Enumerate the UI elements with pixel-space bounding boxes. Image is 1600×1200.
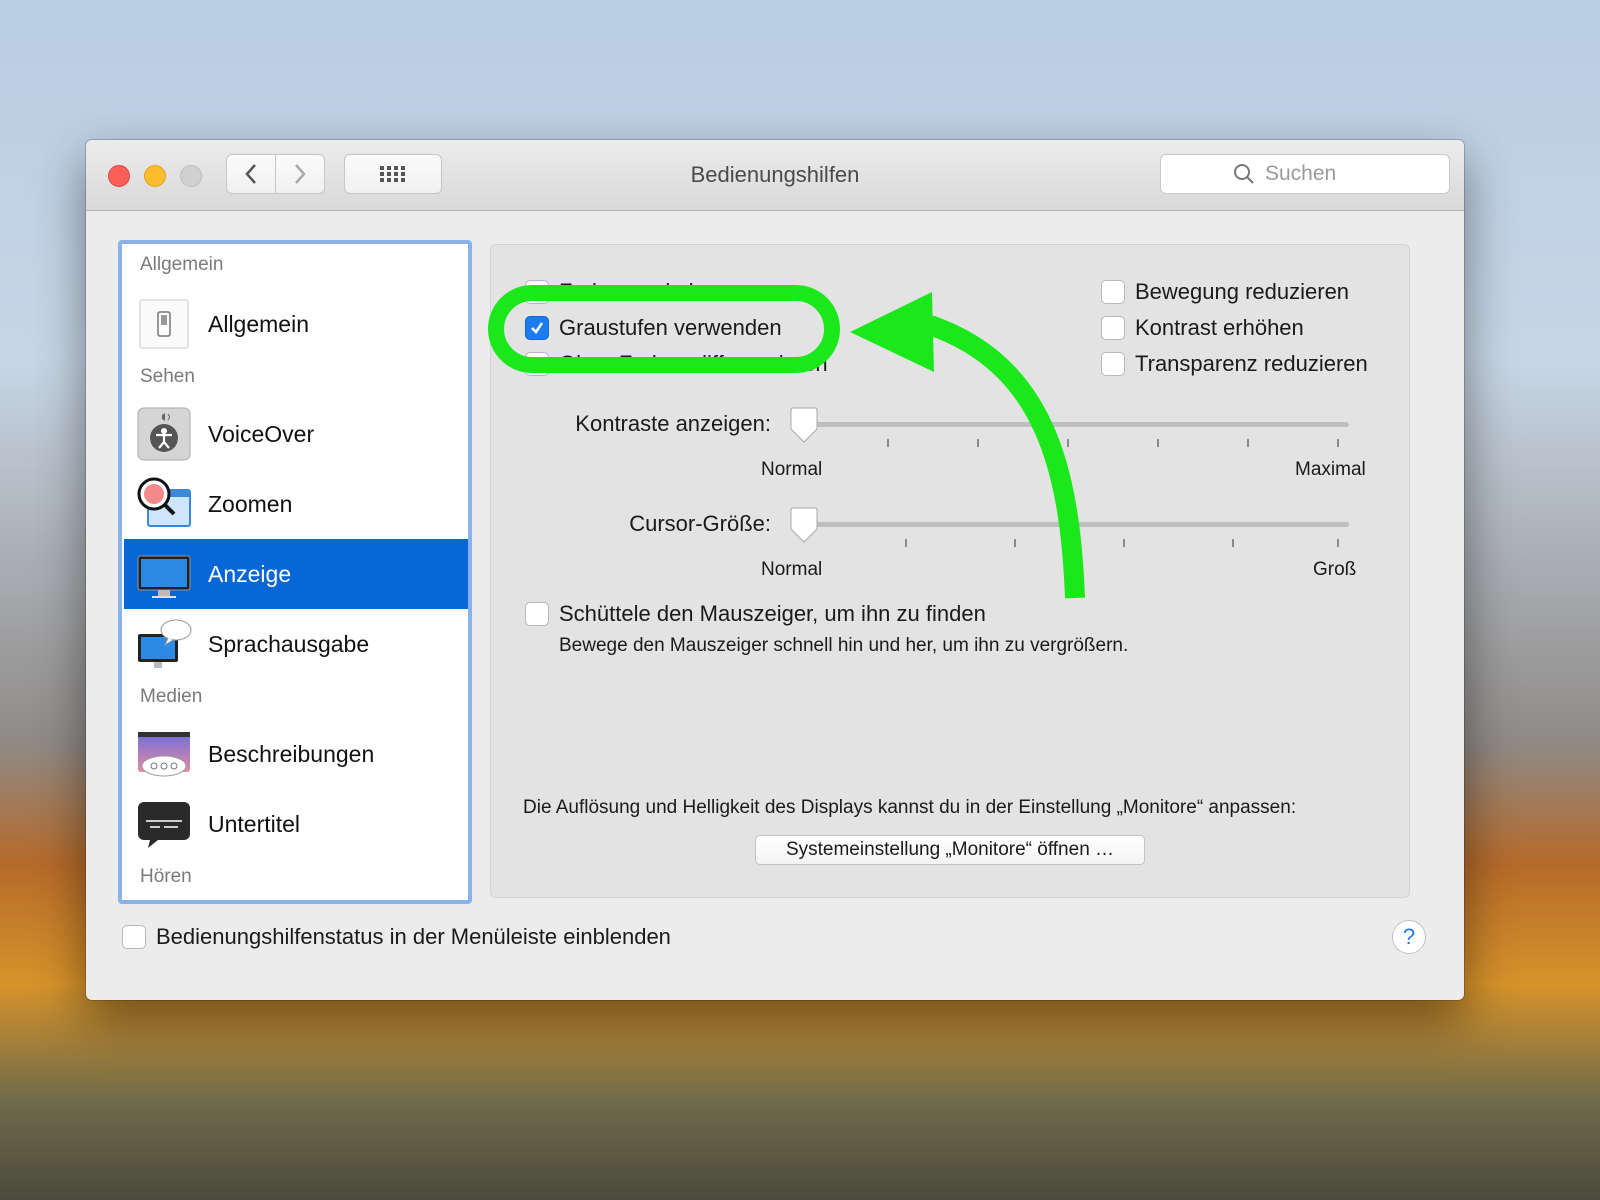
open-monitors-button[interactable]: Systemeinstellung „Monitore“ öffnen …: [755, 835, 1145, 865]
slider-tick: [1337, 439, 1339, 447]
sidebar-item-allgemein[interactable]: Allgemein: [124, 289, 468, 359]
contrast-slider[interactable]: [789, 407, 1359, 447]
title-bar: Bedienungshilfen: [86, 140, 1464, 211]
sidebar-item-untertitel[interactable]: Untertitel: [124, 789, 468, 859]
sidebar-item-voiceover[interactable]: VoiceOver: [124, 399, 468, 469]
differentiate-option[interactable]: Ohne Farben differenzieren: [525, 351, 828, 377]
slider-tick: [905, 539, 907, 547]
search-field[interactable]: [1160, 154, 1450, 194]
contrast-slider-label: Kontraste anzeigen:: [575, 411, 771, 436]
speech-icon: [136, 616, 192, 672]
section-heading-allgemein: Allgemein: [140, 254, 224, 275]
sidebar-item-label: Anzeige: [208, 560, 292, 587]
contrast-slider-knob[interactable]: [789, 407, 819, 445]
search-icon: [1234, 164, 1254, 184]
slider-tick: [1247, 439, 1249, 447]
sidebar-item-sprachausgabe[interactable]: Sprachausgabe: [124, 609, 468, 679]
grayscale-checkbox[interactable]: [525, 316, 549, 340]
sidebar-item-beschreibungen[interactable]: Beschreibungen: [124, 719, 468, 789]
slider-tick: [1232, 539, 1234, 547]
captions-icon: [136, 796, 192, 852]
sidebar-item-label: Allgemein: [208, 310, 309, 337]
cursor-slider-track: [797, 522, 1349, 527]
section-heading-medien: Medien: [140, 686, 203, 707]
sidebar-item-label: VoiceOver: [208, 420, 315, 447]
slider-tick: [1067, 439, 1069, 447]
sidebar-item-zoomen[interactable]: Zoomen: [124, 469, 468, 539]
menu-status-checkbox[interactable]: [122, 925, 146, 949]
shake-cursor-checkbox[interactable]: [525, 602, 549, 626]
zoom-icon: [136, 476, 192, 532]
sidebar-item-anzeige[interactable]: Anzeige: [124, 539, 468, 609]
preferences-window: Bedienungshilfen Allgemein Allgemein Seh…: [86, 140, 1464, 1000]
search-input[interactable]: [1263, 161, 1377, 187]
slider-tick: [1123, 539, 1125, 547]
reduce-motion-option[interactable]: Bewegung reduzieren: [1101, 279, 1349, 305]
reduce-transparency-label: Transparenz reduzieren: [1135, 351, 1368, 376]
differentiate-checkbox[interactable]: [525, 352, 549, 376]
display-settings-panel: Farben umkehren Graustufen verwenden Ohn…: [490, 244, 1410, 898]
section-heading-hoeren: Hören: [140, 866, 192, 887]
shake-cursor-option[interactable]: Schüttele den Mauszeiger, um ihn zu find…: [525, 601, 986, 627]
sidebar-item-label: Zoomen: [208, 490, 293, 517]
slider-tick: [1014, 539, 1016, 547]
switch-icon: [136, 296, 192, 352]
cursor-min-label: Normal: [761, 559, 823, 580]
shake-cursor-label: Schüttele den Mauszeiger, um ihn zu find…: [559, 601, 986, 626]
cursor-max-label: Groß: [1313, 559, 1357, 580]
contrast-min-label: Normal: [761, 459, 823, 480]
section-heading-sehen: Sehen: [140, 366, 195, 387]
menu-status-label: Bedienungshilfenstatus in der Menüleiste…: [156, 924, 671, 949]
slider-tick: [977, 439, 979, 447]
increase-contrast-option[interactable]: Kontrast erhöhen: [1101, 315, 1304, 341]
sidebar[interactable]: Allgemein Allgemein Sehen VoiceOver Zoom…: [118, 240, 472, 904]
monitor-note: Die Auflösung und Helligkeit des Display…: [523, 797, 1297, 818]
grayscale-option[interactable]: Graustufen verwenden: [525, 315, 782, 341]
descriptions-icon: [136, 726, 192, 782]
sidebar-item-label: Sprachausgabe: [208, 630, 370, 657]
cursor-slider-knob[interactable]: [789, 507, 819, 545]
menu-status-option[interactable]: Bedienungshilfenstatus in der Menüleiste…: [122, 924, 671, 950]
invert-colors-option[interactable]: Farben umkehren: [525, 279, 733, 305]
increase-contrast-label: Kontrast erhöhen: [1135, 315, 1304, 340]
display-icon: [136, 546, 192, 602]
contrast-max-label: Maximal: [1295, 459, 1366, 480]
slider-tick: [1157, 439, 1159, 447]
grayscale-label: Graustufen verwenden: [559, 315, 782, 340]
sidebar-item-label: Untertitel: [208, 810, 301, 837]
sidebar-item-label: Beschreibungen: [208, 740, 375, 767]
help-button[interactable]: ?: [1392, 920, 1426, 954]
cursor-size-label: Cursor-Größe:: [629, 511, 771, 536]
slider-tick: [1337, 539, 1339, 547]
contrast-slider-track: [797, 422, 1349, 427]
invert-colors-checkbox[interactable]: [525, 280, 549, 304]
reduce-motion-checkbox[interactable]: [1101, 280, 1125, 304]
reduce-motion-label: Bewegung reduzieren: [1135, 279, 1350, 304]
cursor-size-slider[interactable]: [789, 507, 1359, 547]
invert-colors-label: Farben umkehren: [559, 279, 733, 304]
voiceover-icon: [136, 406, 192, 462]
shake-cursor-description: Bewege den Mauszeiger schnell hin und he…: [559, 635, 1129, 656]
reduce-transparency-option[interactable]: Transparenz reduzieren: [1101, 351, 1368, 377]
slider-tick: [887, 439, 889, 447]
increase-contrast-checkbox[interactable]: [1101, 316, 1125, 340]
differentiate-label: Ohne Farben differenzieren: [559, 351, 828, 376]
reduce-transparency-checkbox[interactable]: [1101, 352, 1125, 376]
